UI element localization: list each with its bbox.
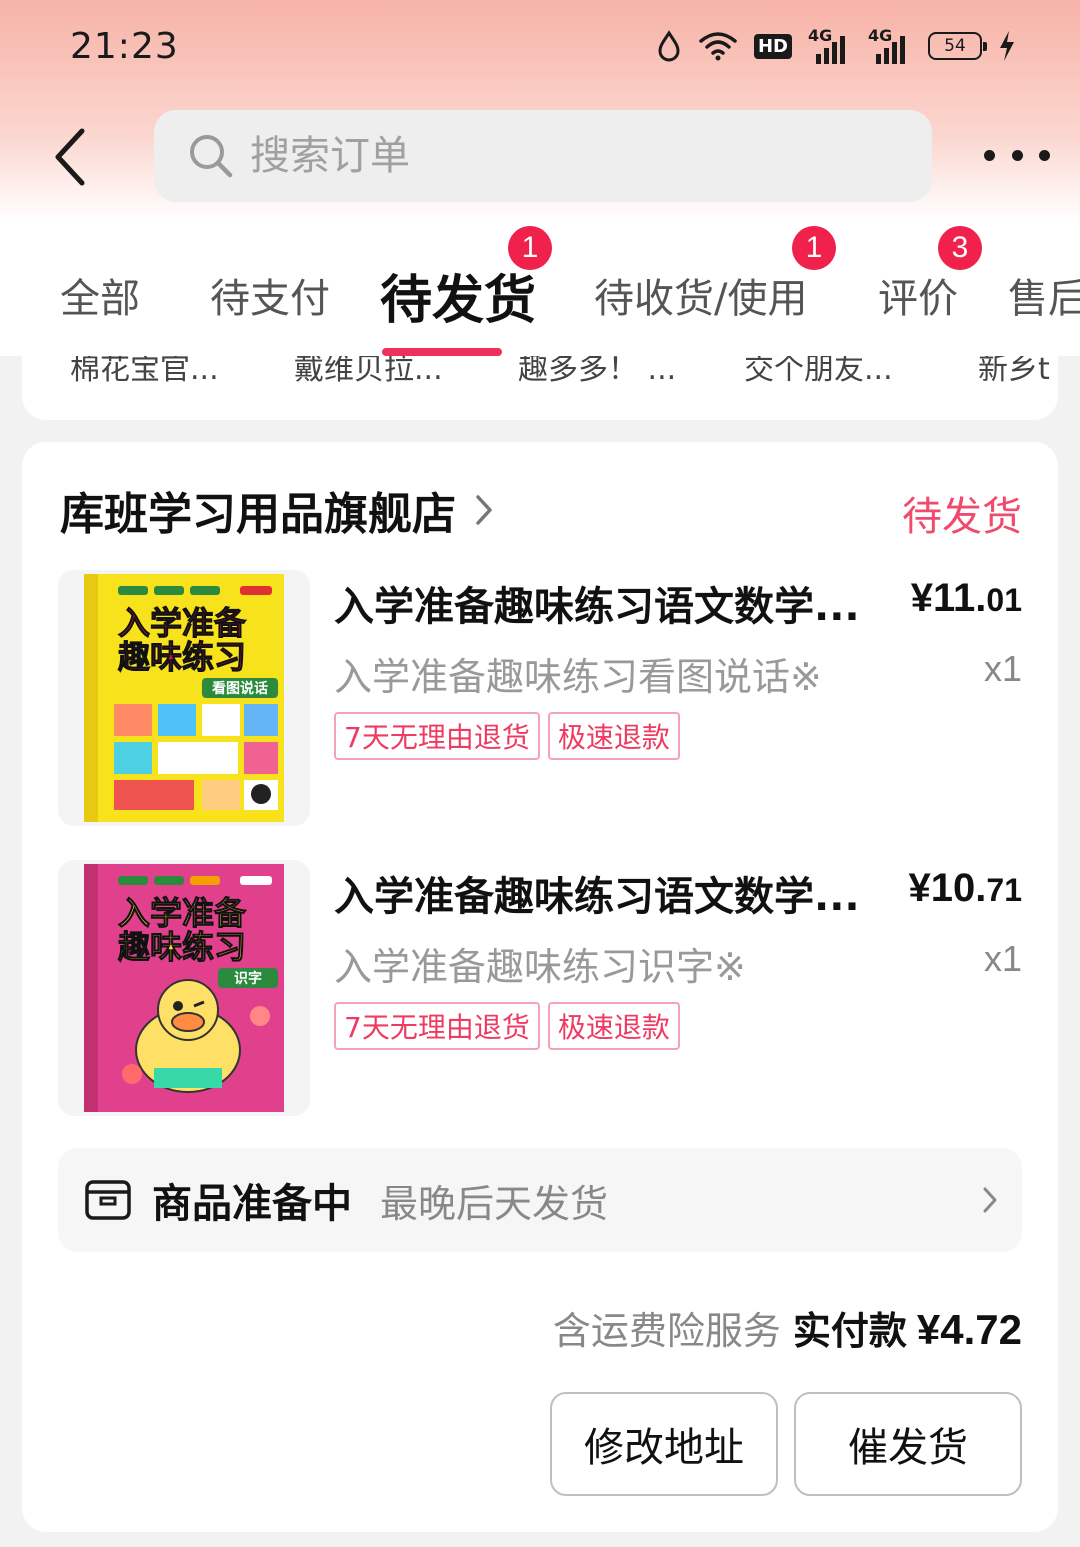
modify-address-button[interactable]: 修改地址 <box>550 1392 778 1496</box>
insurance-note: 含运费险服务 <box>552 1309 781 1353</box>
product-spec: 入学准备趣味练习看图说话※ <box>334 655 822 699</box>
product-quantity: x1 <box>983 938 1022 979</box>
service-tags: 7天无理由退货 极速退款 <box>334 1002 680 1050</box>
prev-shop-name: 棉花宝官... <box>70 356 219 387</box>
tab-badge-pending-shipment: 1 <box>508 226 552 270</box>
order-card: 库班学习用品旗舰店 待发货 入学准备 趣味练习 看图说话 入学准备趣味练习语文数… <box>22 442 1058 1532</box>
cover-title: 入学准备 <box>118 894 247 932</box>
battery-icon: 54 <box>928 28 987 64</box>
status-time: 21:23 <box>70 26 179 67</box>
order-total: 含运费险服务 实付款 ¥4.72 <box>553 1300 1022 1355</box>
shipping-status[interactable]: 商品准备中 最晚后天发货 <box>58 1148 1022 1252</box>
active-tab-indicator <box>382 348 502 356</box>
search-box[interactable] <box>154 110 932 202</box>
hd-icon: HD <box>753 28 792 64</box>
shop-name: 库班学习用品旗舰店 <box>60 489 456 540</box>
previous-order-card[interactable]: 棉花宝官... 戴维贝拉... 趣多多！ ... 交个朋友... 新乡t <box>22 356 1058 420</box>
back-button[interactable] <box>40 122 100 192</box>
cover-subtitle: 看图说话 <box>211 680 268 697</box>
tab-after-sales[interactable]: 售后 <box>1008 266 1080 324</box>
order-item[interactable]: 入学准备 趣味练习 看图说话 入学准备趣味练习语文数学... ¥11.01 入学… <box>58 570 1022 826</box>
wifi-icon <box>698 28 738 64</box>
order-item[interactable]: 入学准备 趣味练习 识字 入学准备趣味练习语文数学... ¥10.71 入学准备… <box>58 860 1022 1116</box>
prev-shop-name: 戴维贝拉... <box>294 356 443 387</box>
search-icon <box>190 135 233 178</box>
service-tags: 7天无理由退货 极速退款 <box>334 712 680 760</box>
paid-amount: ¥4.72 <box>916 1306 1022 1353</box>
tab-pending-payment[interactable]: 待支付 <box>210 266 330 324</box>
status-icons: HD 4G 4G 54 <box>656 26 1016 64</box>
tab-badge-pending-receipt: 1 <box>792 226 836 270</box>
tab-review[interactable]: 评价 <box>878 266 958 324</box>
shipping-label: 商品准备中 <box>152 1181 352 1227</box>
more-button[interactable] <box>984 130 1050 180</box>
product-quantity: x1 <box>983 648 1022 689</box>
signal-icon-2: 4G <box>868 26 912 64</box>
cover-subtitle: 识字 <box>234 970 262 987</box>
prev-shop-name: 交个朋友... <box>744 356 893 387</box>
tab-badge-review: 3 <box>938 226 982 270</box>
charging-icon <box>998 28 1016 64</box>
return-policy-tag: 7天无理由退货 <box>334 1002 540 1050</box>
status-bar: 21:23 HD 4G 4G 54 <box>0 0 1080 96</box>
chevron-right-icon <box>476 495 492 525</box>
chevron-right-icon <box>983 1187 997 1213</box>
product-title: 入学准备趣味练习语文数学... <box>334 874 860 920</box>
product-image: 入学准备 趣味练习 识字 <box>58 860 310 1116</box>
shipping-desc: 最晚后天发货 <box>380 1181 609 1226</box>
cover-title: 趣味练习 <box>118 638 246 676</box>
urge-shipping-button[interactable]: 催发货 <box>794 1392 1022 1496</box>
paid-label: 实付款 <box>792 1309 907 1353</box>
data-saver-icon <box>656 28 682 64</box>
more-dot-icon <box>1039 149 1050 161</box>
tab-all[interactable]: 全部 <box>60 266 140 324</box>
back-arrow-icon <box>55 128 85 186</box>
product-price: ¥10.71 <box>908 866 1022 910</box>
more-dot-icon <box>1011 149 1023 161</box>
product-title: 入学准备趣味练习语文数学... <box>334 584 860 630</box>
prev-shop-name: 新乡t <box>978 356 1050 387</box>
order-status: 待发货 <box>902 494 1022 540</box>
more-dot-icon <box>984 149 995 161</box>
cover-title: 入学准备 <box>118 604 247 642</box>
order-tabs: 全部 待支付 待发货 1 待收货/使用 1 评价 3 售后 <box>0 226 1080 356</box>
signal-icon: 4G <box>808 26 852 64</box>
product-image: 入学准备 趣味练习 看图说话 <box>58 570 310 826</box>
fast-refund-tag: 极速退款 <box>547 712 680 760</box>
product-spec: 入学准备趣味练习识字※ <box>334 945 746 989</box>
product-price: ¥11.01 <box>910 576 1022 620</box>
fast-refund-tag: 极速退款 <box>547 1002 680 1050</box>
prev-shop-name: 趣多多！ ... <box>518 356 677 387</box>
package-icon <box>85 1180 131 1220</box>
tab-pending-shipment[interactable]: 待发货 <box>380 258 536 333</box>
cover-title: 趣味练习 <box>118 928 246 966</box>
shop-link[interactable]: 库班学习用品旗舰店 <box>60 478 494 542</box>
search-input[interactable] <box>250 133 890 179</box>
tab-pending-receipt[interactable]: 待收货/使用 <box>594 266 807 324</box>
return-policy-tag: 7天无理由退货 <box>334 712 540 760</box>
